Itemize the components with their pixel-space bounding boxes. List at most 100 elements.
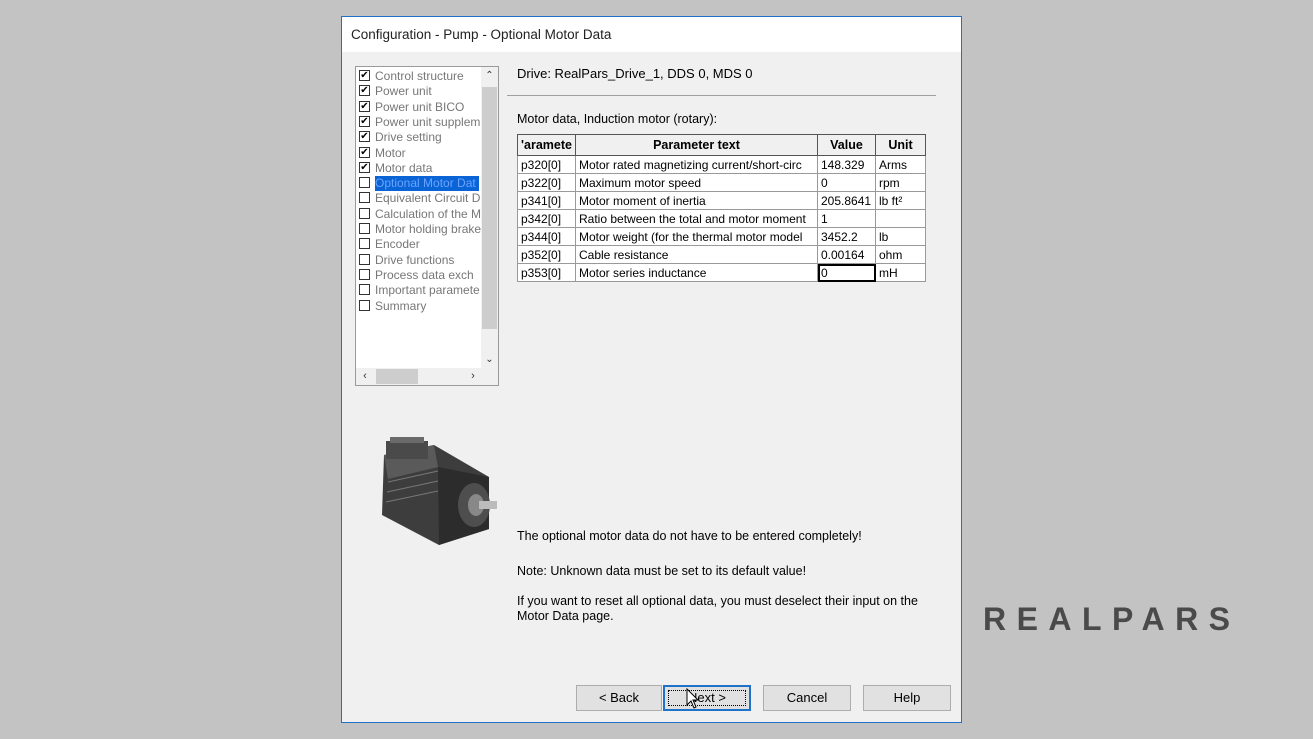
cell-text: Motor rated magnetizing current/short-ci…: [575, 155, 818, 174]
table-row[interactable]: p341[0] Motor moment of inertia 205.8641 lb…: [517, 191, 926, 210]
checkbox-unchecked-icon[interactable]: [359, 192, 370, 204]
tree-item[interactable]: ✔ Power unit supplem: [359, 115, 483, 130]
tree-item-label: Power unit BICO: [375, 99, 465, 114]
checkbox-checked-icon[interactable]: ✔: [359, 85, 370, 97]
tree-item-label: Calculation of the M: [375, 206, 482, 221]
tree-item-label: Summary: [375, 298, 427, 313]
checkbox-unchecked-icon[interactable]: [359, 268, 370, 280]
cell-text: Motor moment of inertia: [575, 191, 818, 210]
focus-rectangle: [668, 690, 746, 706]
checkbox-unchecked-icon[interactable]: [359, 253, 370, 265]
cell-value[interactable]: 148.329: [817, 155, 876, 174]
tree-item[interactable]: Important paramete: [359, 283, 483, 298]
configuration-dialog: Configuration - Pump - Optional Motor Da…: [341, 16, 962, 723]
cell-text: Ratio between the total and motor moment: [575, 209, 818, 228]
cell-value[interactable]: 205.8641: [817, 191, 876, 210]
cell-text: Motor weight (for the thermal motor mode…: [575, 227, 818, 246]
tree-item-label: Motor holding brake: [375, 222, 482, 236]
tree-item[interactable]: ✔ Power unit BICO: [359, 100, 483, 115]
horizontal-scroll-thumb[interactable]: [376, 369, 418, 384]
checkbox-checked-icon[interactable]: ✔: [359, 161, 370, 173]
motor-type-label: Motor data, Induction motor (rotary):: [517, 112, 718, 126]
column-header-parameter-text[interactable]: Parameter text: [575, 134, 818, 156]
checkbox-checked-icon[interactable]: ✔: [359, 131, 370, 143]
scrollbar-corner: [481, 368, 498, 385]
scroll-down-icon[interactable]: ⌄: [481, 351, 498, 369]
tree-horizontal-scrollbar[interactable]: ‹ ›: [356, 368, 482, 385]
checkbox-unchecked-icon[interactable]: [359, 207, 370, 219]
tree-item[interactable]: Process data exch: [359, 268, 483, 283]
table-row[interactable]: p322[0] Maximum motor speed 0 rpm: [517, 173, 926, 192]
tree-item-label: Optional Motor Dat: [375, 176, 479, 192]
cell-param: p353[0]: [517, 263, 576, 282]
checkbox-unchecked-icon[interactable]: [359, 223, 370, 234]
tree-item[interactable]: Summary: [359, 299, 483, 314]
cell-unit: mH: [875, 263, 926, 282]
navigation-tree[interactable]: ✔ Control structure ✔ Power unit ✔ Power unit…: [355, 66, 499, 386]
scroll-right-icon[interactable]: ›: [464, 368, 482, 385]
divider: [507, 95, 936, 96]
checkbox-checked-icon[interactable]: ✔: [359, 146, 370, 158]
table-row[interactable]: p320[0] Motor rated magnetizing current/s…: [517, 155, 926, 174]
tree-item-label: Power unit: [375, 84, 432, 99]
column-header-value[interactable]: Value: [817, 134, 876, 156]
tree-item[interactable]: ✔ Control structure: [359, 69, 483, 84]
cell-value[interactable]: 0: [817, 173, 876, 192]
tree-item[interactable]: Encoder: [359, 237, 483, 252]
note-unknown: Note: Unknown data must be set to its de…: [517, 564, 807, 578]
cell-value[interactable]: 3452.2: [817, 227, 876, 246]
checkbox-checked-icon[interactable]: ✔: [359, 70, 370, 81]
tree-vertical-scrollbar[interactable]: ⌃ ⌄: [481, 67, 498, 369]
tree-item[interactable]: Optional Motor Dat: [359, 176, 483, 192]
tree-item[interactable]: ✔ Drive setting: [359, 130, 483, 145]
tree-item[interactable]: Calculation of the M: [359, 207, 483, 222]
table-row[interactable]: p342[0] Ratio between the total and motor…: [517, 209, 926, 228]
scroll-left-icon[interactable]: ‹: [356, 368, 374, 385]
column-header-unit[interactable]: Unit: [875, 134, 926, 156]
tree-item-label: Drive functions: [375, 252, 455, 267]
back-button[interactable]: < Back: [576, 685, 662, 711]
tree-item[interactable]: Drive functions: [359, 253, 483, 268]
note-optional: The optional motor data do not have to b…: [517, 529, 862, 543]
tree-item[interactable]: Motor holding brake: [359, 222, 483, 237]
cell-text: Cable resistance: [575, 245, 818, 264]
cell-unit: ohm: [875, 245, 926, 264]
tree-item[interactable]: ✔ Motor: [359, 146, 483, 161]
checkbox-unchecked-icon[interactable]: [359, 299, 370, 311]
table-row[interactable]: p344[0] Motor weight (for the thermal mot…: [517, 227, 926, 246]
motor-image: [382, 437, 497, 545]
tree-item-label: Equivalent Circuit D: [375, 191, 481, 206]
scroll-up-icon[interactable]: ⌃: [481, 67, 498, 85]
checkbox-unchecked-icon[interactable]: [359, 177, 370, 189]
cell-text: Motor series inductance: [575, 263, 818, 282]
table-row[interactable]: p353[0] Motor series inductance 0 mH: [517, 263, 926, 282]
tree-item[interactable]: Equivalent Circuit D: [359, 191, 483, 206]
checkbox-unchecked-icon[interactable]: [359, 238, 370, 250]
cell-unit: lb: [875, 227, 926, 246]
checkbox-unchecked-icon[interactable]: [359, 284, 370, 296]
cell-value[interactable]: 1: [817, 209, 876, 228]
checkbox-checked-icon[interactable]: ✔: [359, 115, 370, 127]
tree-item-label: Encoder: [375, 237, 420, 252]
tree-item[interactable]: ✔ Motor data: [359, 161, 483, 176]
cell-value[interactable]: 0: [817, 263, 876, 282]
tree-item-label: Motor data: [375, 160, 433, 175]
column-header-parameter[interactable]: 'aramete: [517, 134, 576, 156]
cell-param: p320[0]: [517, 155, 576, 174]
vertical-scroll-thumb[interactable]: [482, 87, 497, 329]
cell-value[interactable]: 0.00164: [817, 245, 876, 264]
svg-text:REALPARS: REALPARS: [983, 603, 1231, 635]
cell-param: p322[0]: [517, 173, 576, 192]
cell-unit: rpm: [875, 173, 926, 192]
table-row[interactable]: p352[0] Cable resistance 0.00164 ohm: [517, 245, 926, 264]
tree-item[interactable]: ✔ Power unit: [359, 84, 483, 99]
tree-item-label: Motor: [375, 145, 406, 160]
cancel-button[interactable]: Cancel: [763, 685, 851, 711]
checkbox-checked-icon[interactable]: ✔: [359, 100, 370, 112]
cell-unit: lb ft²: [875, 191, 926, 210]
help-button[interactable]: Help: [863, 685, 951, 711]
next-button[interactable]: Next >: [663, 685, 751, 711]
drive-label: Drive: RealPars_Drive_1, DDS 0, MDS 0: [517, 66, 753, 81]
cell-unit: Arms: [875, 155, 926, 174]
cell-param: p341[0]: [517, 191, 576, 210]
